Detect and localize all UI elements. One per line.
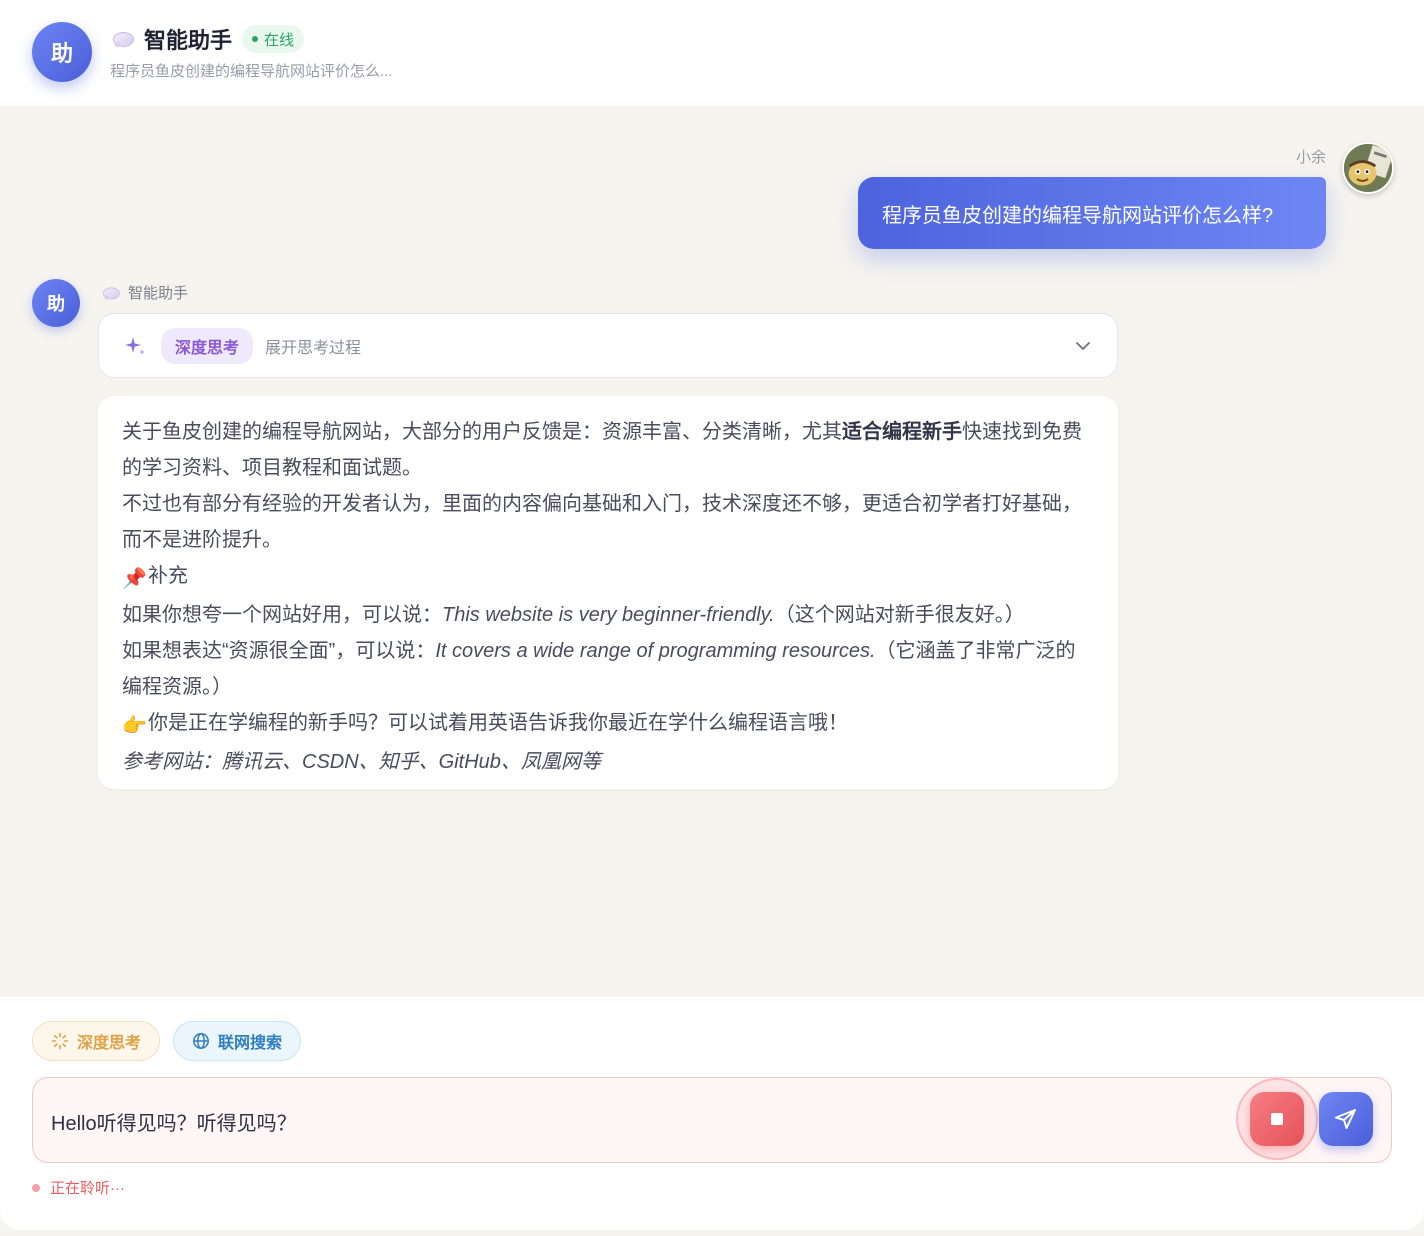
answer-bold-text: 适合编程新手 (842, 421, 962, 443)
user-message-bubble: 程序员鱼皮创建的编程导航网站评价怎么样? (858, 177, 1326, 249)
status-text: 在线 (264, 31, 295, 49)
stop-icon (1271, 1113, 1283, 1125)
user-avatar[interactable] (1342, 142, 1394, 194)
bot-name-row: 智能助手 (100, 282, 188, 303)
pin-icon: 📌 (122, 568, 147, 590)
answer-text: 如果想表达“资源很全面”，可以说： (122, 640, 436, 662)
spinner-icon (51, 1032, 69, 1050)
status-badge: 在线 (242, 25, 305, 53)
send-icon (1335, 1109, 1356, 1129)
user-name: 小余 (1295, 149, 1326, 166)
deep-thinking-chip[interactable]: 深度思考 (32, 1021, 161, 1061)
pointing-hand-icon: 👉 (122, 715, 147, 737)
send-button[interactable] (1319, 1092, 1373, 1146)
answer-paragraph: 参考网站：腾讯云、CSDN、知乎、GitHub、凤凰网等 (122, 744, 1094, 780)
stop-recording-button[interactable] (1250, 1092, 1304, 1146)
thinking-panel-toggle[interactable]: 深度思考 展开思考过程 (98, 313, 1118, 378)
web-search-chip-label: 联网搜索 (218, 1035, 283, 1052)
chevron-down-icon[interactable] (1073, 336, 1093, 356)
conversation-subtitle: 程序员鱼皮创建的编程导航网站评价怎么... (110, 63, 393, 80)
bot-avatar: 助 (32, 279, 80, 327)
answer-text: 关于鱼皮创建的编程导航网站，大部分的用户反馈是：资源丰富、分类清晰，尤其 (122, 421, 842, 443)
answer-paragraph: 👉你是正在学编程的新手吗？可以试着用英语告诉我你最近在学什么编程语言哦！ (122, 705, 1094, 744)
answer-paragraph: 📌补充 (122, 558, 1094, 597)
chat-header: 助 智能助手 在线 程序员鱼皮创建的编程导航网站评价怎么... (0, 0, 1424, 106)
answer-italic-text: It covers a wide range of programming re… (435, 640, 876, 662)
header-title-row: 智能助手 在线 (112, 24, 305, 54)
reference-sites-text: 参考网站：腾讯云、CSDN、知乎、GitHub、凤凰网等 (122, 751, 601, 773)
answer-paragraph: 如果想表达“资源很全面”，可以说：It covers a wide range … (122, 633, 1094, 705)
deep-thinking-chip-label: 深度思考 (77, 1035, 142, 1052)
answer-text: 补充 (148, 565, 188, 587)
user-avatar-image (1344, 144, 1392, 192)
answer-italic-text: This website is very beginner-friendly. (442, 604, 775, 626)
speech-bubble-icon (102, 286, 120, 299)
assistant-avatar: 助 (32, 22, 92, 82)
globe-icon (193, 1033, 209, 1049)
online-dot-icon (252, 36, 259, 42)
message-input-box[interactable] (32, 1077, 1392, 1164)
answer-text: （这个网站对新手很友好。） (774, 604, 1025, 626)
user-message-text: 程序员鱼皮创建的编程导航网站评价怎么样? (882, 204, 1274, 227)
bot-answer-card: 关于鱼皮创建的编程导航网站，大部分的用户反馈是：资源丰富、分类清晰，尤其适合编程… (98, 396, 1118, 789)
chat-app: 助 智能助手 在线 程序员鱼皮创建的编程导航网站评价怎么... 小余 程序员鱼皮… (0, 0, 1424, 1236)
expand-thinking-label: 展开思考过程 (265, 339, 362, 357)
deep-thinking-tag: 深度思考 (161, 327, 254, 364)
bot-name: 智能助手 (128, 285, 189, 302)
answer-text: 你是正在学编程的新手吗？可以试着用英语告诉我你最近在学什么编程语言哦！ (148, 712, 848, 734)
listening-dot-icon (32, 1183, 40, 1192)
listening-indicator: 正在聆听··· (32, 1177, 125, 1198)
answer-paragraph: 关于鱼皮创建的编程导航网站，大部分的用户反馈是：资源丰富、分类清晰，尤其适合编程… (122, 414, 1094, 486)
web-search-chip[interactable]: 联网搜索 (173, 1021, 302, 1061)
message-input[interactable] (51, 1078, 1201, 1164)
answer-text: 如果你想夸一个网站好用，可以说： (122, 604, 442, 626)
composer: 深度思考 联网搜索 正在聆听 (0, 997, 1424, 1230)
listening-text: 正在聆听··· (50, 1180, 125, 1197)
sparkle-icon (125, 336, 145, 355)
answer-paragraph: 不过也有部分有经验的开发者认为，里面的内容偏向基础和入门，技术深度还不够，更适合… (122, 493, 1082, 551)
assistant-title: 智能助手 (144, 28, 233, 53)
answer-paragraph: 如果你想夸一个网站好用，可以说：This website is very beg… (122, 597, 1094, 633)
speech-bubble-icon (112, 31, 134, 47)
